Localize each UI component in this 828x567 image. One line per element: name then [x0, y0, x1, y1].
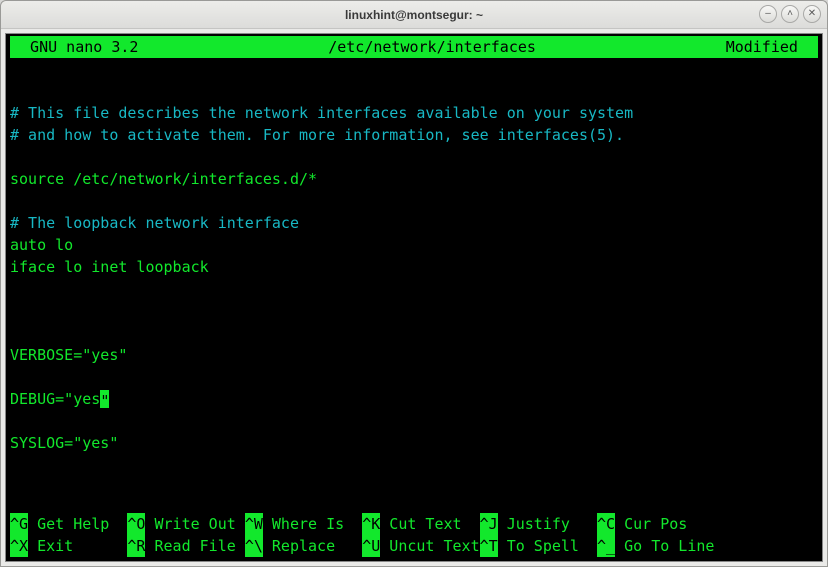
shortcut-label: Get Help	[28, 513, 127, 535]
shortcut-key: ^R	[127, 535, 145, 557]
nano-status: Modified	[726, 36, 818, 58]
shortcut-key: ^T	[480, 535, 498, 557]
shortcut-key: ^C	[597, 513, 615, 535]
terminal-window: linuxhint@montsegur: ~ – ˄ ✕ GNU nano 3.…	[0, 0, 828, 567]
shortcut-key: ^J	[480, 513, 498, 535]
close-button[interactable]: ✕	[803, 5, 821, 23]
shortcut-key: ^_	[597, 535, 615, 557]
shortcut-key: ^\	[245, 535, 263, 557]
window-title: linuxhint@montsegur: ~	[345, 8, 483, 22]
window-buttons: – ˄ ✕	[759, 5, 821, 23]
nano-app-name: GNU nano 3.2	[10, 36, 138, 58]
shortcut-key: ^O	[127, 513, 145, 535]
nano-header: GNU nano 3.2 /etc/network/interfaces Mod…	[10, 36, 818, 58]
shortcut-label: Replace	[263, 535, 362, 557]
cursor: "	[100, 390, 109, 408]
titlebar[interactable]: linuxhint@montsegur: ~ – ˄ ✕	[1, 1, 827, 29]
terminal-area[interactable]: GNU nano 3.2 /etc/network/interfaces Mod…	[5, 33, 823, 562]
minimize-button[interactable]: –	[759, 5, 777, 23]
shortcut-label: Justify	[498, 513, 597, 535]
comment-line: # This file describes the network interf…	[10, 104, 633, 122]
shortcut-key: ^W	[245, 513, 263, 535]
shortcut-key: ^X	[10, 535, 28, 557]
shortcut-label: Go To Line	[615, 535, 714, 557]
shortcut-row-1: ^G Get Help ^O Write Out ^W Where Is ^K …	[10, 513, 818, 535]
shortcut-row-2: ^X Exit ^R Read File ^\ Replace ^U Uncut…	[10, 535, 818, 557]
comment-line: # The loopback network interface	[10, 214, 299, 232]
config-line: iface lo inet loopback	[10, 258, 209, 276]
shortcut-label: Exit	[28, 535, 127, 557]
blank-line	[10, 82, 19, 100]
editor-content[interactable]: # This file describes the network interf…	[10, 58, 818, 476]
nano-file-name: /etc/network/interfaces	[138, 36, 725, 58]
shortcut-key: ^G	[10, 513, 28, 535]
shortcut-label: Uncut Text	[380, 535, 479, 557]
shortcut-label: Read File	[145, 535, 244, 557]
maximize-button[interactable]: ˄	[781, 5, 799, 23]
shortcut-label: Cur Pos	[615, 513, 687, 535]
source-line: source /etc/network/interfaces.d/*	[10, 170, 317, 188]
shortcut-key: ^K	[362, 513, 380, 535]
shortcut-label: Write Out	[145, 513, 244, 535]
shortcut-label: Where Is	[263, 513, 362, 535]
shortcut-label: Cut Text	[380, 513, 479, 535]
nano-footer: ^G Get Help ^O Write Out ^W Where Is ^K …	[10, 513, 818, 557]
text-before-cursor: DEBUG="yes	[10, 390, 100, 408]
config-line: DEBUG="yes"	[10, 390, 109, 408]
config-line: SYSLOG="yes"	[10, 434, 118, 452]
shortcut-label: To Spell	[498, 535, 597, 557]
shortcut-key: ^U	[362, 535, 380, 557]
comment-line: # and how to activate them. For more inf…	[10, 126, 624, 144]
config-line: auto lo	[10, 236, 73, 254]
config-line: VERBOSE="yes"	[10, 346, 127, 364]
